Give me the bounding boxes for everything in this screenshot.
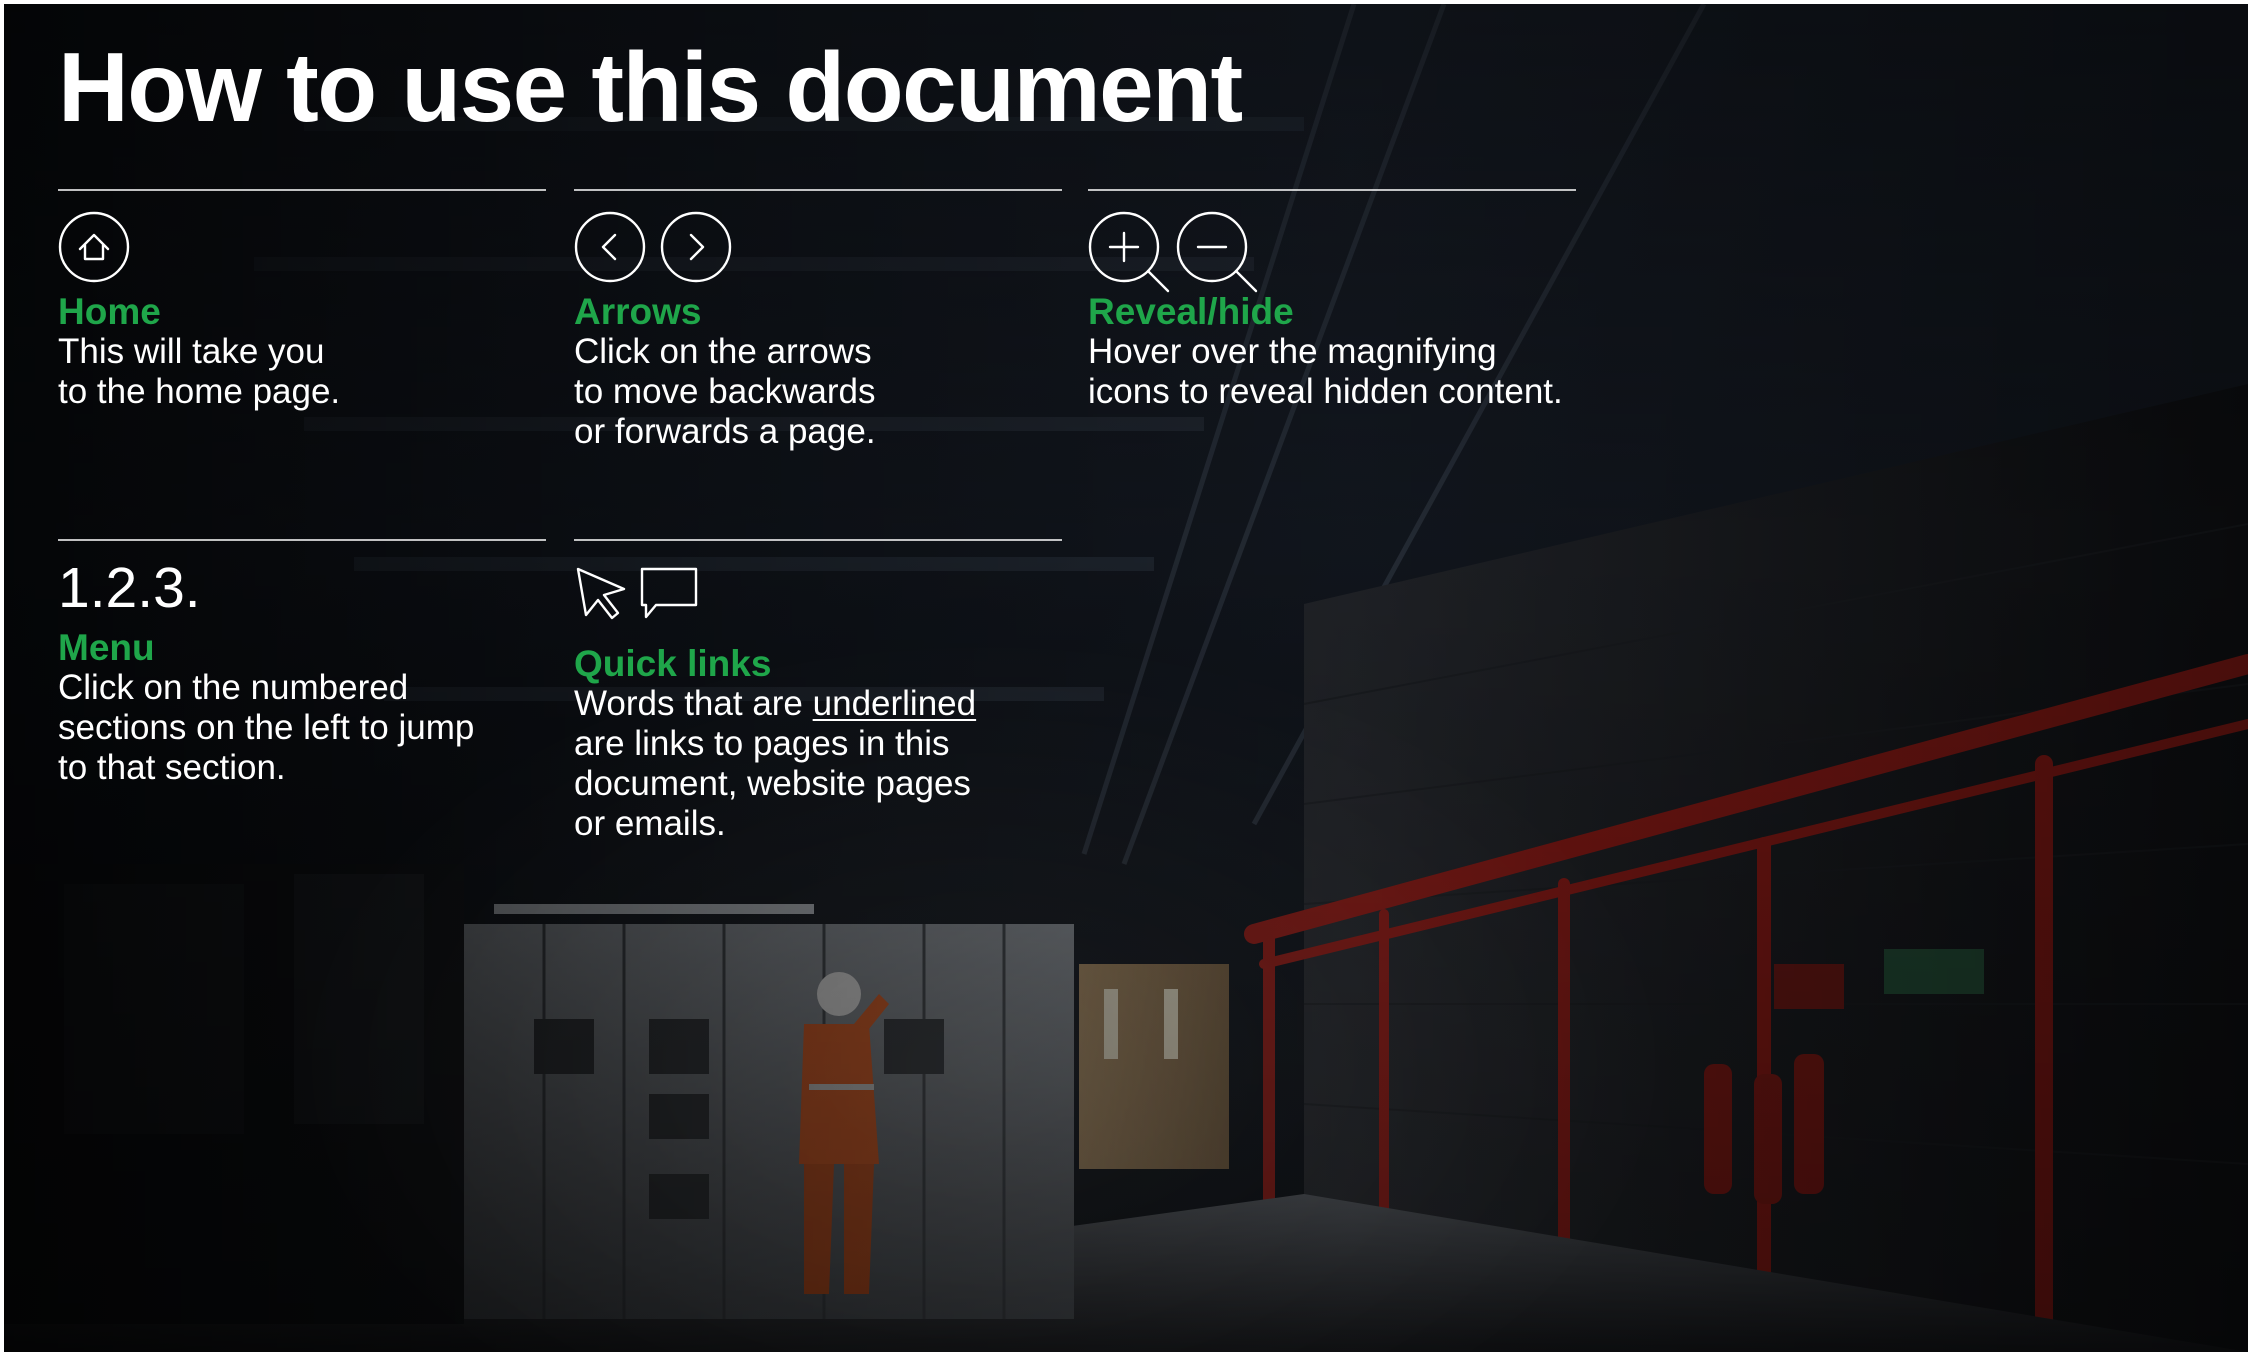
section-divider bbox=[1088, 189, 1576, 191]
how-to-use-page: How to use this document Home This will … bbox=[4, 4, 2248, 1352]
reveal-hide-section: Reveal/hide Hover over the magnifying ic… bbox=[1088, 189, 1576, 412]
reveal-description-line: icons to reveal hidden content. bbox=[1088, 371, 1563, 411]
home-icon[interactable] bbox=[58, 211, 130, 283]
section-divider bbox=[574, 189, 1062, 191]
home-description-line: to the home page. bbox=[58, 371, 341, 411]
arrows-section: Arrows Click on the arrows to move backw… bbox=[574, 189, 1062, 452]
reveal-description-line: Hover over the magnifying bbox=[1088, 331, 1497, 371]
quick-links-description-line: are links to pages in this bbox=[574, 723, 950, 763]
home-section: Home This will take you to the home page… bbox=[58, 189, 546, 412]
quick-links-description-line: document, website pages bbox=[574, 763, 971, 803]
page-title: How to use this document bbox=[58, 32, 1243, 142]
arrow-right-icon[interactable] bbox=[660, 211, 732, 283]
menu-label[interactable]: Menu bbox=[58, 628, 546, 668]
quick-links-prefix: Words that are bbox=[574, 683, 813, 723]
menu-description-line: Click on the numbered bbox=[58, 667, 409, 707]
quick-links-description: Words that are underlined are links to p… bbox=[574, 684, 1062, 844]
underlined-link-example[interactable]: underlined bbox=[813, 684, 976, 723]
home-description: This will take you to the home page. bbox=[58, 332, 546, 412]
reveal-hide-description: Hover over the magnifying icons to revea… bbox=[1088, 332, 1576, 412]
section-divider bbox=[58, 539, 546, 541]
arrows-label[interactable]: Arrows bbox=[574, 292, 1062, 332]
menu-description-line: to that section. bbox=[58, 747, 286, 787]
reveal-hide-label[interactable]: Reveal/hide bbox=[1088, 292, 1576, 332]
home-label[interactable]: Home bbox=[58, 292, 546, 332]
magnify-minus-icon[interactable] bbox=[1176, 211, 1260, 295]
speech-bubble-icon bbox=[640, 567, 698, 619]
numbered-sections-icon: 1.2.3. bbox=[58, 556, 201, 620]
section-divider bbox=[574, 539, 1062, 541]
arrows-description-line: to move backwards bbox=[574, 371, 876, 411]
magnify-plus-icon[interactable] bbox=[1088, 211, 1172, 295]
menu-description: Click on the numbered sections on the le… bbox=[58, 668, 546, 788]
cursor-arrow-icon bbox=[576, 567, 626, 620]
quick-links-description-line: Words that are underlined bbox=[574, 684, 1062, 724]
section-divider bbox=[58, 189, 546, 191]
menu-section: 1.2.3. Menu Click on the numbered sectio… bbox=[58, 539, 546, 788]
home-description-line: This will take you bbox=[58, 331, 325, 371]
arrows-description-line: or forwards a page. bbox=[574, 411, 876, 451]
menu-description-line: sections on the left to jump bbox=[58, 707, 475, 747]
arrows-description: Click on the arrows to move backwards or… bbox=[574, 332, 1062, 452]
quick-links-section: Quick links Words that are underlined ar… bbox=[574, 539, 1062, 844]
arrows-description-line: Click on the arrows bbox=[574, 331, 872, 371]
quick-links-label[interactable]: Quick links bbox=[574, 644, 1062, 684]
arrow-left-icon[interactable] bbox=[574, 211, 646, 283]
quick-links-description-line: or emails. bbox=[574, 803, 726, 843]
